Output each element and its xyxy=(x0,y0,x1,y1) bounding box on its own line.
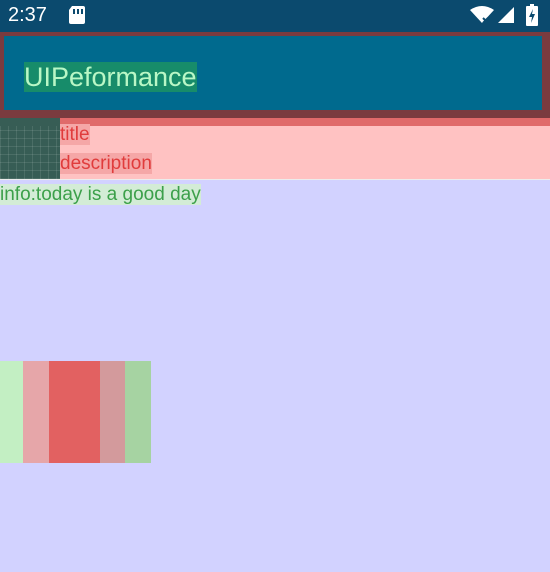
overdraw-bar-3 xyxy=(49,361,100,463)
thumbnail-image xyxy=(0,126,60,179)
info-text: info:today is a good day xyxy=(0,183,201,207)
item-description: description xyxy=(60,152,152,176)
toolbar: UIPeformance xyxy=(4,36,542,110)
battery-icon xyxy=(526,4,538,26)
status-bar: 2:37 xyxy=(0,0,550,32)
overdraw-bar-2 xyxy=(23,361,49,463)
status-time: 2:37 xyxy=(8,4,47,26)
item-title: title xyxy=(60,123,90,147)
overdraw-bar-4 xyxy=(100,361,125,463)
item-description-text: description xyxy=(60,153,152,174)
overdraw-bar-5 xyxy=(125,361,151,463)
item-title-text: title xyxy=(60,124,90,145)
sd-card-icon xyxy=(69,6,85,24)
wifi-icon xyxy=(470,6,494,24)
info-text-value: info:today is a good day xyxy=(0,184,201,205)
toolbar-frame: UIPeformance xyxy=(0,32,550,118)
app-title: UIPeformance xyxy=(24,61,197,93)
app-title-text: UIPeformance xyxy=(24,62,197,92)
thumbnail-top xyxy=(0,118,60,126)
signal-icon xyxy=(498,7,514,23)
overdraw-bar-1 xyxy=(0,361,23,463)
